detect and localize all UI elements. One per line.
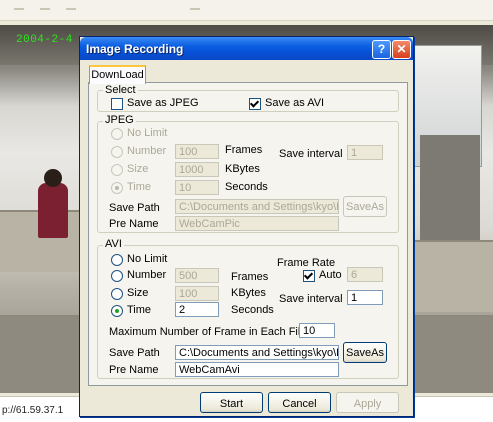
tab-download[interactable]: DownLoad xyxy=(89,65,146,84)
avi-size-input[interactable]: 100 xyxy=(175,286,219,301)
avi-save-path-label: Save Path xyxy=(109,347,160,359)
jpeg-time-input[interactable]: 10 xyxy=(175,180,219,195)
jpeg-frames-label: Frames xyxy=(225,144,263,156)
toolbar-ghost-icon xyxy=(40,2,50,10)
jpeg-kbytes-label: KBytes xyxy=(225,163,260,175)
avi-save-as-button[interactable]: SaveAs xyxy=(343,342,387,363)
jpeg-size-label: Size xyxy=(127,163,149,175)
avi-pre-name-input[interactable]: WebCamAvi xyxy=(175,362,339,377)
start-button[interactable]: Start xyxy=(200,392,263,413)
avi-time-label[interactable]: Time xyxy=(127,304,151,317)
avi-size-label[interactable]: Size xyxy=(127,287,148,300)
avi-group-legend: AVI xyxy=(103,238,124,250)
avi-time-input[interactable]: 2 xyxy=(175,302,219,317)
dialog-title: Image Recording xyxy=(86,42,184,56)
avi-max-frames-label: Maximum Number of Frame in Each File xyxy=(109,326,307,338)
jpeg-pre-name-input[interactable]: WebCamPic xyxy=(175,216,339,231)
avi-save-interval-label: Save interval xyxy=(279,293,343,305)
browser-toolbar-strip xyxy=(0,0,493,21)
save-as-jpeg-checkbox[interactable] xyxy=(111,98,123,110)
avi-save-path-input[interactable]: C:\Documents and Settings\kyo\Des xyxy=(175,345,339,360)
avi-pre-name-label: Pre Name xyxy=(109,364,159,376)
avi-number-input[interactable]: 500 xyxy=(175,268,219,283)
avi-no-limit-label[interactable]: No Limit xyxy=(127,253,167,266)
toolbar-ghost-icon xyxy=(190,2,200,10)
avi-auto-label[interactable]: Auto xyxy=(319,269,342,282)
avi-frames-label: Frames xyxy=(231,271,269,283)
jpeg-size-radio[interactable] xyxy=(111,164,123,176)
avi-max-frames-input[interactable]: 10 xyxy=(299,323,335,338)
toolbar-ghost-icon xyxy=(66,2,76,10)
jpeg-time-label: Time xyxy=(127,181,152,193)
avi-auto-checkbox[interactable] xyxy=(303,270,315,282)
jpeg-save-interval-label: Save interval xyxy=(279,148,343,160)
image-recording-dialog: Image Recording ? ✕ DownLoad Select Save… xyxy=(79,36,414,417)
avi-number-radio[interactable] xyxy=(111,270,123,282)
avi-seconds-label: Seconds xyxy=(231,304,274,316)
avi-frame-rate-input[interactable]: 6 xyxy=(347,267,383,282)
dialog-titlebar[interactable]: Image Recording ? ✕ xyxy=(80,37,413,60)
jpeg-number-label: Number xyxy=(127,145,167,157)
jpeg-no-limit-label: No Limit xyxy=(127,127,168,139)
timestamp-overlay: 2004-2-4 xyxy=(16,34,73,46)
avi-kbytes-label: KBytes xyxy=(231,287,266,299)
toolbar-ghost-icon xyxy=(14,2,24,10)
apply-button[interactable]: Apply xyxy=(336,392,399,413)
avi-number-label[interactable]: Number xyxy=(127,269,166,282)
close-button[interactable]: ✕ xyxy=(392,40,411,59)
jpeg-number-radio[interactable] xyxy=(111,146,123,158)
avi-size-radio[interactable] xyxy=(111,288,123,300)
jpeg-save-interval-input[interactable]: 1 xyxy=(347,145,383,160)
select-group-legend: Select xyxy=(103,84,138,96)
help-button[interactable]: ? xyxy=(372,40,391,59)
jpeg-save-path-input[interactable]: C:\Documents and Settings\kyo\Des xyxy=(175,199,339,214)
jpeg-no-limit-radio[interactable] xyxy=(111,128,123,140)
jpeg-save-as-button[interactable]: SaveAs xyxy=(343,196,387,217)
save-as-jpeg-label[interactable]: Save as JPEG xyxy=(127,97,199,110)
cancel-button[interactable]: Cancel xyxy=(268,392,331,413)
jpeg-group-legend: JPEG xyxy=(103,114,136,126)
avi-time-radio[interactable] xyxy=(111,305,123,317)
avi-no-limit-radio[interactable] xyxy=(111,254,123,266)
save-as-avi-label[interactable]: Save as AVI xyxy=(265,97,324,110)
jpeg-save-path-label: Save Path xyxy=(109,202,160,214)
jpeg-pre-name-label: Pre Name xyxy=(109,218,159,230)
avi-save-interval-input[interactable]: 1 xyxy=(347,290,383,305)
jpeg-number-input[interactable]: 100 xyxy=(175,144,219,159)
status-url: p://61.59.37.1 xyxy=(2,405,64,416)
jpeg-seconds-label: Seconds xyxy=(225,181,268,193)
save-as-avi-checkbox[interactable] xyxy=(249,98,261,110)
jpeg-size-input[interactable]: 1000 xyxy=(175,162,219,177)
jpeg-time-radio[interactable] xyxy=(111,182,123,194)
download-tab-panel: Select Save as JPEG Save as AVI JPEG No … xyxy=(88,82,408,386)
